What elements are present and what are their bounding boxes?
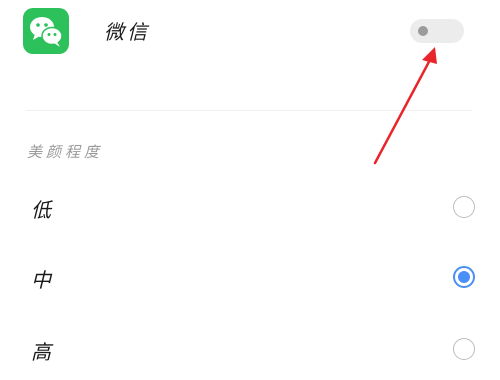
option-row-high[interactable]: 高	[0, 320, 500, 380]
radio-low[interactable]	[453, 196, 475, 218]
option-row-low[interactable]: 低	[0, 178, 500, 238]
divider	[26, 110, 472, 111]
option-label-medium: 中	[31, 268, 51, 292]
toggle-knob	[418, 26, 428, 36]
app-name-label: 微信	[104, 20, 150, 44]
radio-medium[interactable]	[453, 266, 475, 288]
option-row-medium[interactable]: 中	[0, 248, 500, 308]
radio-high[interactable]	[453, 338, 475, 360]
wechat-icon	[23, 8, 69, 54]
beauty-level-header: 美颜程度	[27, 143, 104, 161]
wechat-toggle-switch[interactable]	[410, 19, 464, 43]
option-label-high: 高	[31, 340, 51, 364]
option-label-low: 低	[31, 198, 51, 222]
app-row-wechat: 微信	[0, 0, 500, 80]
